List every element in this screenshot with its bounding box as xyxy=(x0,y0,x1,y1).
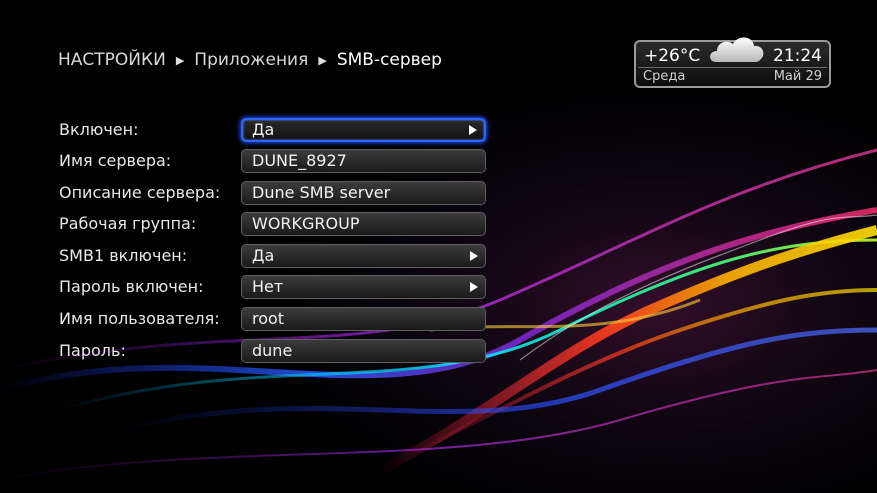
smb1-enabled-label: SMB1 включен: xyxy=(59,246,188,265)
password-enabled-select[interactable]: Нет xyxy=(241,275,486,299)
server-name-label: Имя сервера: xyxy=(59,151,172,170)
breadcrumb-item-applications: Приложения xyxy=(194,50,309,70)
password-field[interactable]: dune xyxy=(241,339,486,363)
date-label: Май 29 xyxy=(773,69,822,84)
username-value: root xyxy=(252,309,285,328)
weather-divider xyxy=(638,67,827,68)
server-description-field[interactable]: Dune SMB server xyxy=(241,181,486,205)
server-description-label: Описание сервера: xyxy=(59,183,221,202)
arrow-right-icon xyxy=(470,282,478,292)
workgroup-field[interactable]: WORKGROUP xyxy=(241,212,486,236)
password-enabled-label: Пароль включен: xyxy=(59,277,204,296)
enabled-value: Да xyxy=(252,120,275,139)
chevron-right-icon: ▶ xyxy=(175,53,185,67)
smb1-enabled-select[interactable]: Да xyxy=(241,244,486,268)
breadcrumb: НАСТРОЙКИ ▶ Приложения ▶ SMB-сервер xyxy=(58,49,442,71)
password-enabled-value: Нет xyxy=(252,277,284,296)
username-field[interactable]: root xyxy=(241,307,486,331)
workgroup-label: Рабочая группа: xyxy=(59,214,197,233)
server-name-field[interactable]: DUNE_8927 xyxy=(241,149,486,173)
server-name-value: DUNE_8927 xyxy=(252,151,347,170)
password-label: Пароль: xyxy=(59,341,126,360)
weather-widget: +26°C 21:24 Среда Май 29 xyxy=(634,37,831,88)
breadcrumb-item-smb-server: SMB-сервер xyxy=(336,50,442,70)
arrow-right-icon xyxy=(469,125,477,135)
enabled-label: Включен: xyxy=(59,120,139,139)
workgroup-value: WORKGROUP xyxy=(252,214,360,233)
weekday-label: Среда xyxy=(643,69,686,84)
server-description-value: Dune SMB server xyxy=(252,183,391,202)
smb1-enabled-value: Да xyxy=(252,246,275,265)
arrow-right-icon xyxy=(470,251,478,261)
cloud-icon xyxy=(710,37,764,62)
password-value: dune xyxy=(252,341,293,360)
breadcrumb-item-settings: НАСТРОЙКИ xyxy=(58,50,166,70)
username-label: Имя пользователя: xyxy=(59,309,220,328)
chevron-right-icon: ▶ xyxy=(318,53,327,67)
clock-time: 21:24 xyxy=(773,46,822,66)
enabled-select[interactable]: Да xyxy=(241,118,486,142)
weather-temperature: +26°C xyxy=(644,46,701,66)
